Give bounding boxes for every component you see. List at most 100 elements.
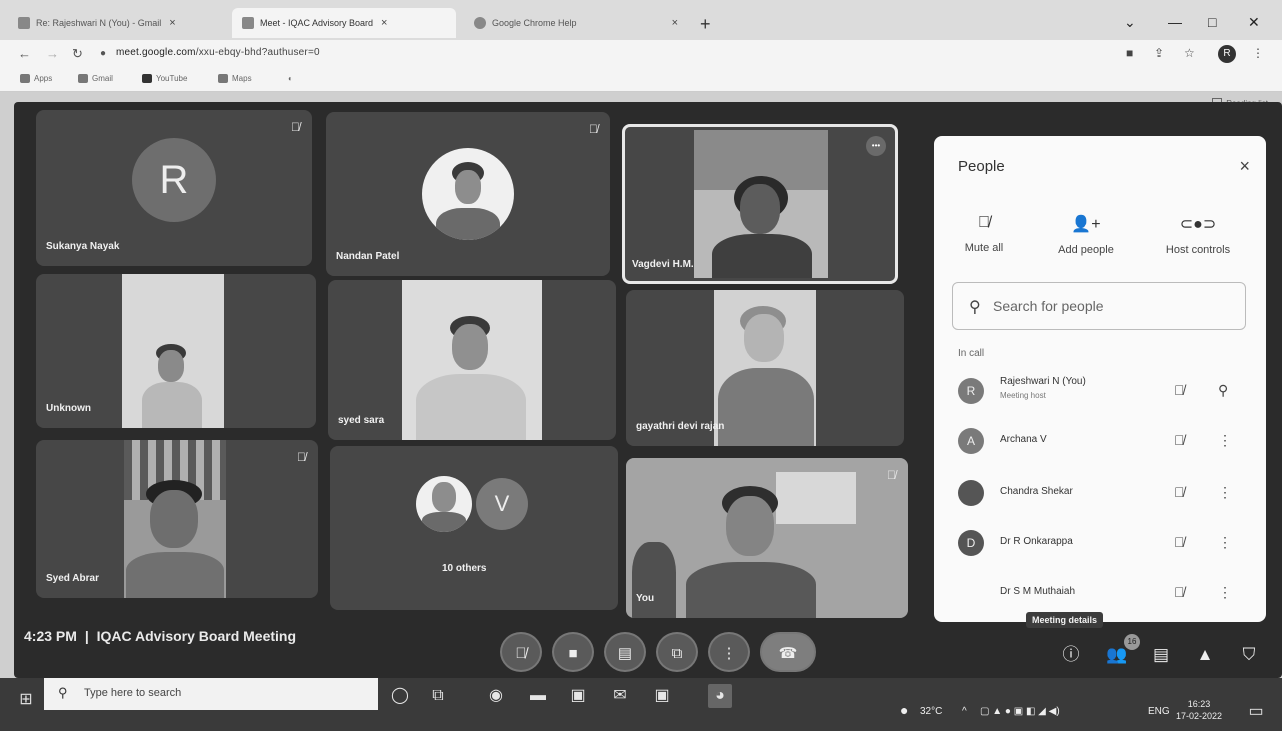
mic-off-icon[interactable]: 🎙̸ — [1174, 484, 1185, 500]
mic-toggle-button[interactable]: 🎙̸ — [500, 632, 542, 672]
back-icon[interactable]: ← — [18, 46, 31, 61]
mic-off-icon[interactable]: 🎙̸ — [1174, 432, 1185, 448]
minimize-icon[interactable]: — — [1168, 14, 1182, 30]
clock-time: 16:23 — [1187, 699, 1211, 709]
pin-icon[interactable]: ⚲ — [1218, 382, 1228, 399]
tab-gmail[interactable]: Re: Rajeshwari N (You) - Gmail × — [8, 8, 228, 38]
people-search-box[interactable]: ⚲ — [952, 282, 1246, 330]
avatar — [422, 148, 514, 240]
close-tab-icon[interactable]: × — [381, 17, 387, 29]
task-view-icon[interactable]: ⧉ — [426, 684, 450, 708]
bookmark-maps[interactable]: Maps — [218, 74, 252, 83]
leave-call-button[interactable]: ☎ — [760, 632, 816, 672]
participant-tile[interactable]: 🎙̸ Nandan Patel — [326, 112, 610, 276]
url-field[interactable]: meet.google.com/xxu-ebqy-bhd?authuser=0 — [116, 47, 320, 58]
bookmark-gmail[interactable]: Gmail — [78, 74, 113, 83]
present-button[interactable]: ⧉ — [656, 632, 698, 672]
mic-off-icon[interactable]: 🎙̸ — [1174, 534, 1185, 550]
weather-icon[interactable]: ● — [900, 702, 908, 718]
others-tile[interactable]: V 10 others — [330, 446, 618, 610]
camera-toggle-button[interactable]: ■ — [552, 632, 594, 672]
chat-button[interactable]: ▤ — [1148, 642, 1174, 668]
tab-title: Google Chrome Help — [492, 18, 577, 28]
search-icon: ⚲ — [969, 299, 981, 316]
input-language[interactable]: ENG — [1148, 706, 1170, 717]
mail-icon[interactable]: ✉ — [608, 684, 632, 708]
host-controls-button[interactable]: ⊂●⊃ Host controls — [1148, 214, 1248, 256]
camera-icon[interactable]: ■ — [1126, 46, 1133, 60]
share-icon[interactable]: ⇪ — [1154, 46, 1164, 60]
windows-start-icon[interactable]: ⊞ — [14, 688, 38, 712]
participant-tile[interactable]: Unknown — [36, 274, 316, 428]
more-options-button[interactable]: ⋮ — [708, 632, 750, 672]
url-path: /xxu-ebqy-bhd?authuser=0 — [195, 47, 320, 58]
bookmark-star-icon[interactable]: ☆ — [1184, 46, 1195, 60]
notifications-icon[interactable]: ▭ — [1244, 700, 1268, 724]
bookmark-apps[interactable]: Apps — [20, 74, 52, 83]
host-controls-shield-button[interactable]: ⛉ — [1236, 642, 1262, 668]
participant-tile-self[interactable]: 🎙̸ You — [626, 458, 908, 618]
mic-off-icon[interactable]: 🎙̸ — [1174, 382, 1185, 398]
globe-icon[interactable]: ◐ — [288, 74, 293, 83]
tray-icons[interactable]: ▢ ▲ ● ▣ ◧ ◢ ◀) — [980, 706, 1060, 717]
more-options-icon[interactable]: ⋮ — [1218, 534, 1232, 551]
participant-tile[interactable]: 🎙̸ Syed Abrar — [36, 440, 318, 598]
more-options-icon[interactable]: ⋮ — [1218, 484, 1232, 501]
participant-row[interactable]: A Archana V 🎙̸ ⋮ — [954, 422, 1250, 462]
participant-row[interactable]: Chandra Shekar 🎙̸ ⋮ — [954, 474, 1250, 514]
add-people-button[interactable]: 👤+ Add people — [1036, 214, 1136, 256]
windows-taskbar: ⊞ ⚲ Type here to search ◯ ⧉ ◉ ▬ ▣ ✉ ▣ ◕ … — [0, 678, 1282, 731]
hang-up-icon: ☎ — [778, 645, 798, 662]
bookmark-youtube[interactable]: YouTube — [142, 74, 187, 83]
tab-search-icon[interactable]: ⌄ — [1124, 14, 1136, 31]
activities-button[interactable]: ▲ — [1192, 642, 1218, 668]
participant-name: Sukanya Nayak — [46, 241, 120, 252]
video-feed — [694, 130, 828, 278]
taskbar-search-box[interactable]: ⚲ Type here to search — [44, 678, 378, 710]
close-tab-icon[interactable]: × — [169, 17, 175, 29]
tab-chrome-help[interactable]: Google Chrome Help × — [464, 8, 688, 38]
close-tab-icon[interactable]: × — [672, 17, 678, 29]
participant-tile[interactable]: R 🎙̸ Sukanya Nayak — [36, 110, 312, 266]
panel-title: People — [958, 158, 1005, 175]
captions-button[interactable]: ▤ — [604, 632, 646, 672]
more-options-icon[interactable]: ⋮ — [1218, 584, 1232, 601]
taskbar-clock[interactable]: 16:23 17-02-2022 — [1176, 698, 1222, 722]
participant-tile[interactable]: ••• Vagdevi H.M. — [622, 124, 898, 284]
weather-temp[interactable]: 32°C — [920, 706, 942, 717]
browser-tab-bar: Re: Rajeshwari N (You) - Gmail × Meet - … — [0, 0, 1282, 40]
participant-name: Syed Abrar — [46, 573, 99, 584]
edge-icon[interactable]: ◉ — [484, 684, 508, 708]
app-icon[interactable]: ▣ — [650, 684, 674, 708]
camera-icon: ■ — [568, 645, 578, 662]
mic-off-icon[interactable]: 🎙̸ — [1174, 584, 1185, 600]
new-tab-button[interactable]: + — [700, 14, 711, 35]
search-input[interactable] — [993, 295, 1233, 317]
maximize-icon[interactable]: □ — [1208, 14, 1216, 30]
participant-name: Dr S M Muthaiah — [1000, 586, 1076, 597]
people-icon: 👥 — [1106, 645, 1128, 664]
menu-kebab-icon[interactable]: ⋮ — [1252, 46, 1264, 60]
lock-icon: ● — [100, 48, 107, 59]
forward-icon[interactable]: → — [46, 46, 59, 61]
meeting-details-button[interactable]: ⓘ — [1058, 642, 1084, 668]
profile-avatar[interactable]: R — [1218, 45, 1236, 63]
reload-icon[interactable]: ↻ — [72, 46, 83, 62]
participant-row[interactable]: R Rajeshwari N (You) Meeting host 🎙̸ ⚲ — [954, 372, 1250, 412]
chrome-icon[interactable]: ◕ — [708, 684, 732, 708]
avatar: R — [132, 138, 216, 222]
cortana-icon[interactable]: ◯ — [388, 684, 412, 708]
window-close-icon[interactable]: ✕ — [1248, 14, 1260, 31]
close-icon[interactable]: × — [1239, 156, 1250, 177]
taskbar-search-text: Type here to search — [84, 687, 182, 699]
tab-meet[interactable]: Meet - IQAC Advisory Board × — [232, 8, 456, 38]
participant-tile[interactable]: gayathri devi rajan — [626, 290, 904, 446]
more-options-icon[interactable]: ⋮ — [1218, 432, 1232, 449]
tray-chevron-icon[interactable]: ^ — [962, 706, 967, 717]
store-icon[interactable]: ▬ — [526, 684, 550, 708]
participant-row[interactable]: D Dr R Onkarappa 🎙̸ ⋮ — [954, 524, 1250, 564]
mute-all-button[interactable]: 🎙̸ Mute all — [934, 214, 1034, 254]
participant-row[interactable]: Dr S M Muthaiah 🎙̸ ⋮ — [954, 574, 1250, 614]
file-explorer-icon[interactable]: ▣ — [566, 684, 590, 708]
participant-tile[interactable]: syed sara — [328, 280, 616, 440]
